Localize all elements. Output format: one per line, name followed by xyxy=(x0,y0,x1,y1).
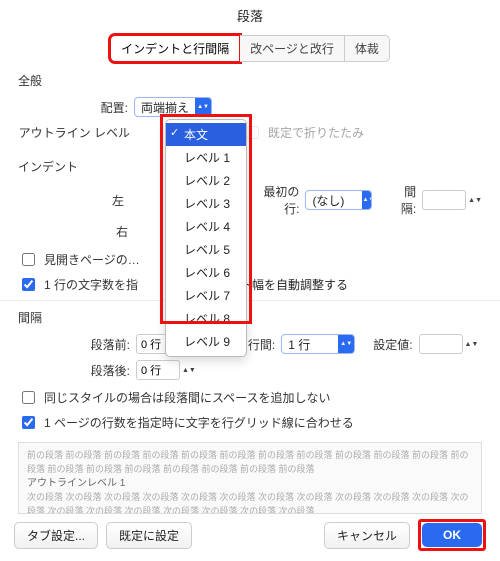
first-line-select[interactable]: (なし) ▲▼ xyxy=(305,190,372,210)
space-before-label: 段落前: xyxy=(78,336,130,353)
no-space-same-style-label: 同じスタイルの場合は段落間にスペースを追加しない xyxy=(44,389,331,406)
outline-option-9[interactable]: レベル 9 xyxy=(166,330,246,353)
line-spacing-label: 行間: xyxy=(248,336,275,353)
space-after-stepper[interactable]: ▲▼ xyxy=(136,360,196,380)
cancel-button[interactable]: キャンセル xyxy=(324,522,410,549)
outline-option-5[interactable]: レベル 5 xyxy=(166,238,246,261)
tabs-button[interactable]: タブ設定... xyxy=(14,522,98,549)
mirror-indent-label: 見開きページの… xyxy=(44,251,140,268)
preview-box: 前の段落 前の段落 前の段落 前の段落 前の段落 前の段落 前の段落 前の段落 … xyxy=(18,442,482,514)
mirror-indent-checkbox[interactable] xyxy=(22,253,35,266)
ok-button[interactable]: OK xyxy=(422,523,482,547)
outline-option-2[interactable]: レベル 2 xyxy=(166,169,246,192)
collapse-default-label: 既定で折りたたみ xyxy=(268,124,364,141)
outline-option-4[interactable]: レベル 4 xyxy=(166,215,246,238)
chevron-updown-icon: ▲▼ xyxy=(362,191,372,209)
set-value-stepper[interactable]: ▲▼ xyxy=(419,334,479,354)
outline-option-8[interactable]: レベル 8 xyxy=(166,307,246,330)
preview-next-paragraph: 次の段落 次の段落 次の段落 次の段落 次の段落 次の段落 次の段落 次の段落 … xyxy=(27,491,473,514)
stepper-arrows-icon[interactable]: ▲▼ xyxy=(465,341,479,348)
first-line-label: 最初の行: xyxy=(253,183,299,217)
tab-indent-spacing[interactable]: インデントと行間隔 xyxy=(110,35,240,62)
collapse-default-checkbox xyxy=(246,126,259,139)
snap-to-grid-label: 1 ページの行数を指定時に文字を行グリッド線に合わせる xyxy=(44,414,354,431)
set-default-button[interactable]: 既定に設定 xyxy=(106,522,192,549)
outline-option-6[interactable]: レベル 6 xyxy=(166,261,246,284)
auto-adjust-label: 1 行の文字数を指 xyxy=(44,276,138,293)
chevron-updown-icon: ▲▼ xyxy=(195,98,211,116)
section-spacing: 間隔 xyxy=(18,309,482,326)
dialog-title: 段落 xyxy=(0,0,500,35)
snap-to-grid-checkbox[interactable] xyxy=(22,416,35,429)
line-spacing-select[interactable]: 1 行 ▲▼ xyxy=(281,334,355,354)
dialog-footer: タブ設定... 既定に設定 キャンセル OK xyxy=(0,519,500,551)
highlight-annotation: OK xyxy=(418,519,486,551)
alignment-label: 配置: xyxy=(88,99,128,116)
set-value-input[interactable] xyxy=(419,334,463,354)
outline-option-3[interactable]: レベル 3 xyxy=(166,192,246,215)
set-value-label: 設定値: xyxy=(373,336,412,353)
auto-adjust-checkbox[interactable] xyxy=(22,278,35,291)
alignment-value: 両端揃え xyxy=(135,99,195,116)
stepper-arrows-icon[interactable]: ▲▼ xyxy=(468,197,482,204)
indent-right-label: 右 xyxy=(88,223,128,240)
line-spacing-value: 1 行 xyxy=(282,336,338,353)
outline-option-7[interactable]: レベル 7 xyxy=(166,284,246,307)
outline-level-label: アウトライン レベル xyxy=(18,124,130,141)
stepper-arrows-icon[interactable]: ▲▼ xyxy=(182,367,196,374)
section-indent: インデント xyxy=(18,158,482,175)
tab-format[interactable]: 体裁 xyxy=(345,35,390,62)
indent-left-label: 左 xyxy=(88,192,124,209)
chevron-updown-icon: ▲▼ xyxy=(338,335,354,353)
section-general: 全般 xyxy=(18,72,482,89)
space-after-label: 段落後: xyxy=(78,362,130,379)
no-space-same-style-checkbox[interactable] xyxy=(22,391,35,404)
first-line-value: (なし) xyxy=(306,192,362,209)
space-after-input[interactable] xyxy=(136,360,180,380)
indent-spacing-label: 間隔: xyxy=(392,183,417,217)
tab-page-breaks[interactable]: 改ページと改行 xyxy=(240,35,345,62)
indent-spacing-stepper[interactable]: ▲▼ xyxy=(422,190,482,210)
tab-bar: インデントと行間隔 改ページと改行 体裁 xyxy=(0,35,500,62)
preview-current-paragraph: アウトラインレベル 1 xyxy=(27,476,473,491)
outline-option-0[interactable]: 本文 xyxy=(166,123,246,146)
alignment-select[interactable]: 両端揃え ▲▼ xyxy=(134,97,212,117)
auto-width-label-fragment: ト幅を自動調整する xyxy=(240,276,348,293)
preview-prev-paragraph: 前の段落 前の段落 前の段落 前の段落 前の段落 前の段落 前の段落 前の段落 … xyxy=(27,449,473,476)
indent-spacing-input[interactable] xyxy=(422,190,466,210)
outline-level-dropdown[interactable]: 本文レベル 1レベル 2レベル 3レベル 4レベル 5レベル 6レベル 7レベル… xyxy=(165,119,247,357)
outline-option-1[interactable]: レベル 1 xyxy=(166,146,246,169)
